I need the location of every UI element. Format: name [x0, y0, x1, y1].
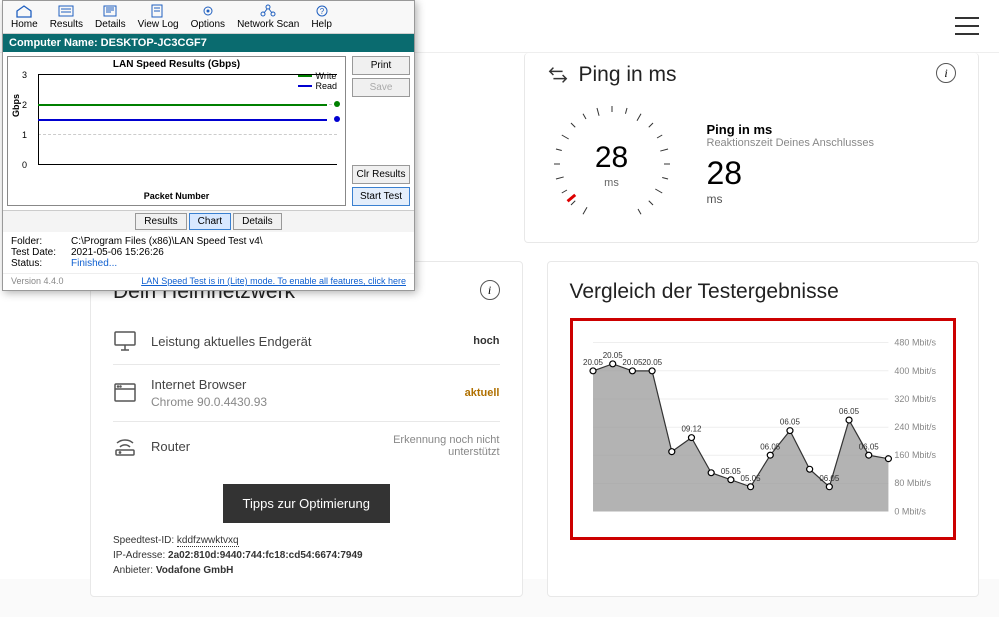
clear-results-button[interactable]: Clr Results	[352, 165, 410, 184]
log-icon	[149, 4, 167, 18]
ping-label: Ping in ms	[707, 122, 875, 137]
lan-chart-box: LAN Speed Results (Gbps) Gbps 3 2 1 0	[7, 56, 346, 206]
details-icon	[101, 4, 119, 18]
network-icon	[259, 4, 277, 18]
svg-text:20.05: 20.05	[642, 358, 663, 367]
router-icon	[113, 435, 137, 457]
ping-text-block: Ping in ms Reaktionszeit Deines Anschlus…	[707, 122, 875, 206]
ping-gauge: 28 ms	[547, 99, 677, 229]
ping-sublabel: Reaktionszeit Deines Anschlusses	[707, 137, 875, 149]
gauge-unit: ms	[547, 177, 677, 189]
lan-xlabel: Packet Number	[8, 191, 345, 201]
save-button[interactable]: Save	[352, 78, 410, 97]
svg-text:20.05: 20.05	[602, 351, 623, 360]
ping-title: Ping in ms	[579, 63, 677, 87]
lan-chart-title: LAN Speed Results (Gbps)	[8, 57, 345, 72]
menu-options[interactable]: Options	[185, 1, 231, 33]
lan-read-line	[38, 119, 327, 121]
svg-text:240 Mbit/s: 240 Mbit/s	[894, 422, 936, 432]
svg-text:480 Mbit/s: 480 Mbit/s	[894, 338, 936, 348]
svg-text:06.05: 06.05	[760, 442, 781, 451]
comparison-title: Vergleich der Testergebnisse	[570, 280, 839, 304]
svg-text:06.05: 06.05	[839, 407, 860, 416]
lan-speed-test-window: Home Results Details View Log Options Ne…	[2, 0, 415, 291]
provider: Vodafone GmbH	[156, 565, 234, 576]
svg-text:20.05: 20.05	[622, 358, 643, 367]
status-value: Finished...	[71, 258, 117, 269]
lan-tabs: Results Chart Details	[3, 210, 414, 232]
optimization-tips-button[interactable]: Tipps zur Optimierung	[223, 484, 390, 523]
svg-text:160 Mbit/s: 160 Mbit/s	[894, 450, 936, 460]
svg-text:320 Mbit/s: 320 Mbit/s	[894, 394, 936, 404]
browser-label: Internet Browser	[151, 377, 451, 392]
monitor-icon	[113, 330, 137, 352]
svg-text:09.12: 09.12	[681, 425, 701, 434]
lan-write-line	[38, 104, 327, 106]
device-label: Leistung aktuelles Endgerät	[151, 334, 459, 349]
browser-row: Internet Browser Chrome 90.0.4430.93 akt…	[113, 365, 500, 422]
speedtest-id[interactable]: kddfzwwktvxq	[177, 535, 239, 547]
print-button[interactable]: Print	[352, 56, 410, 75]
svg-text:80 Mbit/s: 80 Mbit/s	[894, 478, 931, 488]
comparison-card: Vergleich der Testergebnisse 0 Mbit/s 80 …	[547, 261, 980, 597]
browser-icon	[113, 382, 137, 404]
router-label: Router	[151, 439, 379, 454]
gauge-needle	[567, 195, 575, 201]
lite-mode-link[interactable]: LAN Speed Test is in (Lite) mode. To ena…	[141, 276, 406, 286]
tab-chart[interactable]: Chart	[189, 213, 231, 230]
swap-icon	[547, 64, 569, 86]
home-icon	[15, 4, 33, 18]
svg-text:05.05: 05.05	[740, 474, 761, 483]
row-2: Dein Heimnetzwerk i Leistung aktuelles E…	[90, 261, 979, 597]
menu-hamburger-icon[interactable]	[955, 17, 979, 35]
tab-results[interactable]: Results	[135, 213, 186, 230]
lan-titlebar: Computer Name: DESKTOP-JC3CGF7	[3, 34, 414, 52]
help-icon: ?	[313, 4, 331, 18]
version-label: Version 4.4.0	[11, 276, 64, 286]
lan-menubar: Home Results Details View Log Options Ne…	[3, 1, 414, 34]
menu-viewlog[interactable]: View Log	[132, 1, 185, 33]
lan-info: Folder:C:\Program Files (x86)\LAN Speed …	[3, 232, 414, 273]
ping-value-unit: ms	[707, 192, 875, 206]
browser-version: Chrome 90.0.4430.93	[151, 395, 451, 409]
device-value: hoch	[473, 335, 499, 347]
lan-chart-area	[38, 74, 337, 174]
svg-text:05.05: 05.05	[720, 467, 741, 476]
menu-results[interactable]: Results	[44, 1, 89, 33]
svg-text:06.05: 06.05	[858, 442, 879, 451]
svg-text:0 Mbit/s: 0 Mbit/s	[894, 506, 926, 516]
comparison-chart: 0 Mbit/s 80 Mbit/s 160 Mbit/s 240 Mbit/s 320…	[570, 318, 957, 540]
menu-network-scan[interactable]: Network Scan	[231, 1, 305, 33]
svg-text:06.05: 06.05	[819, 474, 840, 483]
router-value: Erkennung noch nicht unterstützt	[393, 434, 499, 458]
home-network-card: Dein Heimnetzwerk i Leistung aktuelles E…	[90, 261, 523, 597]
lan-chart-legend: Write Read	[298, 71, 337, 91]
ip-address: 2a02:810d:9440:744:fc18:cd54:6674:7949	[168, 550, 363, 561]
svg-text:400 Mbit/s: 400 Mbit/s	[894, 366, 936, 376]
list-icon	[57, 4, 75, 18]
info-icon[interactable]: i	[936, 63, 956, 83]
tab-details[interactable]: Details	[233, 213, 282, 230]
speedtest-meta: Speedtest-ID: kddfzwwktvxq IP-Adresse: 2…	[113, 533, 500, 578]
device-row: Leistung aktuelles Endgerät hoch	[113, 318, 500, 365]
menu-details[interactable]: Details	[89, 1, 132, 33]
ping-value-big: 28	[707, 155, 875, 192]
menu-home[interactable]: Home	[5, 1, 44, 33]
ping-card: Ping in ms i	[524, 53, 980, 243]
svg-text:06.05: 06.05	[779, 418, 800, 427]
router-row: Router Erkennung noch nicht unterstützt	[113, 422, 500, 470]
svg-text:?: ?	[319, 7, 324, 16]
gauge-value: 28	[547, 141, 677, 175]
info-icon[interactable]: i	[480, 280, 500, 300]
lan-ylabel: Gbps	[11, 94, 21, 117]
start-test-button[interactable]: Start Test	[352, 187, 410, 206]
gear-icon	[199, 4, 217, 18]
svg-text:20.05: 20.05	[583, 358, 604, 367]
browser-value: aktuell	[465, 387, 500, 399]
menu-help[interactable]: ?Help	[305, 1, 338, 33]
